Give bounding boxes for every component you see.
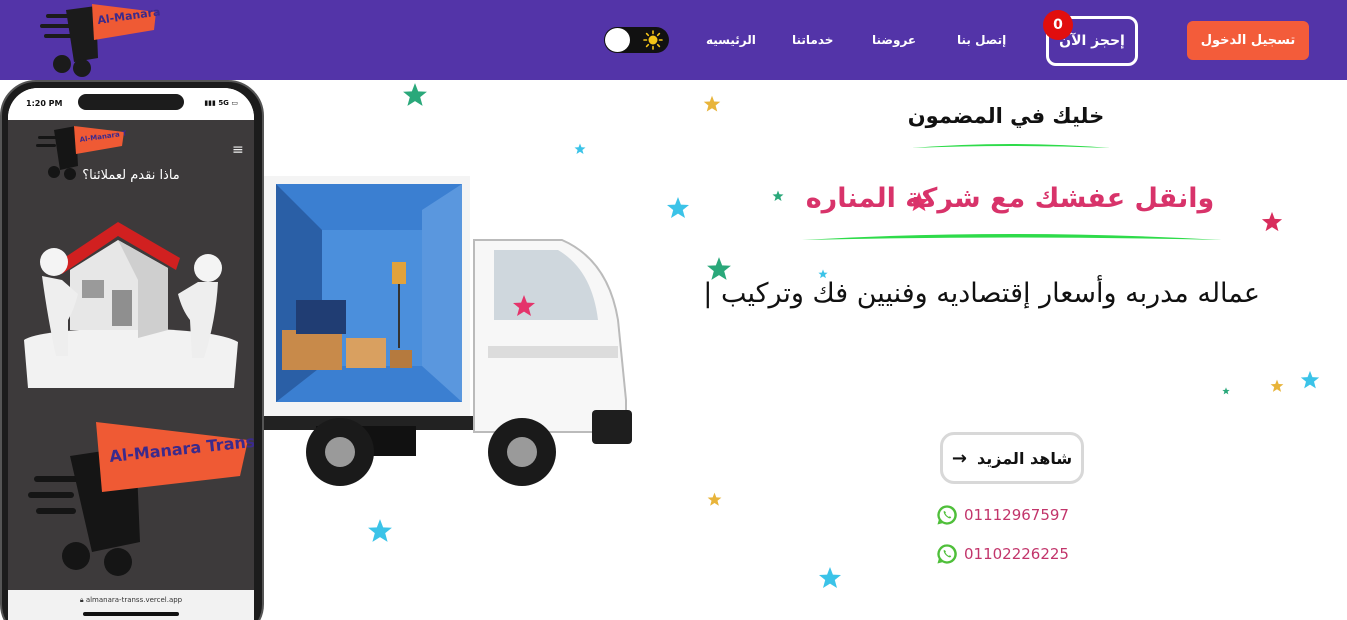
- hero-subtitle: خليك في المضمون: [907, 104, 1105, 128]
- whatsapp-icon: [937, 505, 957, 525]
- nav-home[interactable]: الرئيسيه: [706, 33, 756, 47]
- hero-description: عماله مدربه وأسعار إقتصاديه وفنيين فك وت…: [703, 278, 1260, 309]
- login-button[interactable]: تسجيل الدخول: [1187, 21, 1309, 60]
- signal-icon: ▮▮▮: [204, 99, 219, 107]
- star-decoration: [368, 519, 392, 542]
- whatsapp-contact-2[interactable]: 01102226225: [936, 541, 1069, 567]
- browser-url-bar[interactable]: 🔒︎ almanara-transs.vercel.app: [8, 590, 254, 620]
- hamburger-icon[interactable]: ≡: [232, 142, 244, 158]
- toggle-knob: [605, 28, 630, 52]
- star-decoration: [667, 197, 689, 218]
- network-label: 5G: [218, 99, 229, 107]
- url-label: almanara-transs.vercel.app: [85, 596, 183, 604]
- arrow-right-icon: →: [951, 447, 967, 469]
- home-indicator: [83, 612, 179, 616]
- phone-number-1: 01112967597: [964, 506, 1069, 524]
- navbar: Al-Manara Trans الرئيسيه خدماتنا عر: [0, 0, 1347, 80]
- phone-brand-logo: Al-Manara Trans: [28, 422, 254, 576]
- url-text: 🔒︎ almanara-transs.vercel.app: [8, 596, 254, 605]
- logo[interactable]: Al-Manara Trans: [36, 0, 160, 80]
- nav-services[interactable]: خدماتنا: [792, 33, 833, 47]
- moving-truck-image: [264, 176, 632, 486]
- status-network: ▮▮▮ 5G ▭: [204, 99, 238, 107]
- star-decoration: [707, 492, 722, 506]
- theme-toggle[interactable]: [604, 27, 669, 53]
- nav-contact[interactable]: إتصل بنا: [957, 33, 1006, 47]
- star-decoration: [1300, 370, 1320, 389]
- star-decoration: [574, 143, 586, 154]
- status-bar: 1:20 PM ▮▮▮ 5G ▭: [8, 88, 254, 118]
- headline-underline: [802, 234, 1222, 240]
- hero-headline: وانقل عفشك مع شركة المناره: [805, 183, 1215, 214]
- status-time: 1:20 PM: [26, 99, 63, 108]
- phone-number-2: 01102226225: [964, 545, 1069, 563]
- phone-screen: 1:20 PM ▮▮▮ 5G ▭ Al-Manara Trans ≡ ماذا …: [8, 88, 254, 620]
- star-decoration: [703, 95, 721, 112]
- page: Al-Manara Trans الرئيسيه خدماتنا عر: [0, 0, 1347, 620]
- star-decoration: [513, 295, 535, 316]
- app-area[interactable]: Al-Manara Trans ≡ ماذا نقدم لعملائنا؟ Al…: [8, 120, 254, 590]
- camera-notch: [78, 94, 184, 110]
- phone-mockup: 1:20 PM ▮▮▮ 5G ▭ Al-Manara Trans ≡ ماذا …: [0, 80, 264, 620]
- star-decoration: [1261, 211, 1283, 232]
- see-more-label: شاهد المزيد: [977, 448, 1073, 468]
- battery-icon: ▭: [228, 99, 238, 107]
- see-more-button[interactable]: → شاهد المزيد: [940, 432, 1084, 484]
- star-decoration: [1222, 387, 1230, 395]
- phone-section-heading: ماذا نقدم لعملائنا؟: [82, 168, 180, 183]
- star-decoration: [403, 83, 427, 106]
- sun-icon: [643, 30, 663, 50]
- whatsapp-contact-1[interactable]: 01112967597: [936, 502, 1069, 528]
- house-movers-image: [18, 210, 244, 390]
- nav-offers[interactable]: عروضنا: [872, 33, 916, 47]
- star-decoration: [819, 567, 841, 588]
- whatsapp-icon: [937, 544, 957, 564]
- star-decoration: [1270, 379, 1284, 392]
- subtitle-underline: [912, 144, 1110, 148]
- cart-count-badge: 0: [1043, 10, 1073, 40]
